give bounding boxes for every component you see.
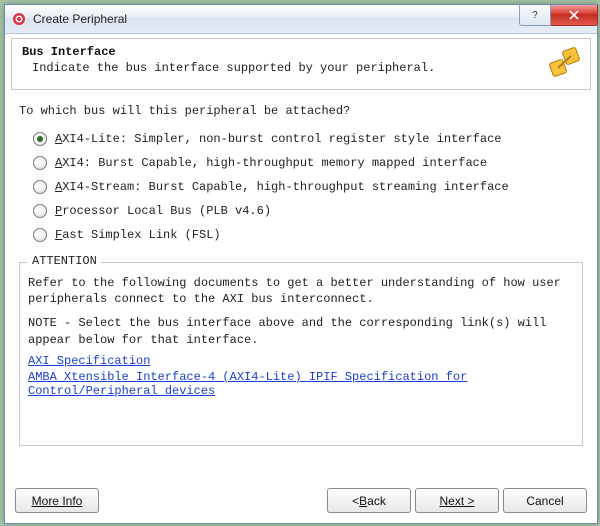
- button-bar: More Info < Back Next > Cancel: [5, 480, 597, 523]
- next-button[interactable]: Next >: [415, 488, 499, 513]
- help-button[interactable]: ?: [519, 5, 551, 26]
- attention-para1: Refer to the following documents to get …: [28, 275, 574, 307]
- back-button[interactable]: < Back: [327, 488, 411, 513]
- radio-label: AXI4: Burst Capable, high-throughput mem…: [55, 156, 487, 170]
- radio-icon[interactable]: [33, 204, 47, 218]
- attention-title: ATTENTION: [28, 254, 101, 268]
- window-buttons: ?: [519, 5, 598, 25]
- dialog-window: Create Peripheral ? Bus Interface Indica…: [4, 4, 598, 524]
- bus-option-2[interactable]: AXI4-Stream: Burst Capable, high-through…: [33, 180, 583, 194]
- close-button[interactable]: [551, 5, 598, 26]
- radio-label: Processor Local Bus (PLB v4.6): [55, 204, 271, 218]
- radio-label: Fast Simplex Link (FSL): [55, 228, 221, 242]
- window-title: Create Peripheral: [33, 12, 519, 26]
- content-area: To which bus will this peripheral be att…: [5, 90, 597, 256]
- attention-para2: NOTE - Select the bus interface above an…: [28, 315, 574, 347]
- bus-option-3[interactable]: Processor Local Bus (PLB v4.6): [33, 204, 583, 218]
- bus-option-4[interactable]: Fast Simplex Link (FSL): [33, 228, 583, 242]
- wizard-header: Bus Interface Indicate the bus interface…: [11, 38, 591, 90]
- radio-icon[interactable]: [33, 156, 47, 170]
- radio-label: AXI4-Stream: Burst Capable, high-through…: [55, 180, 509, 194]
- radio-icon[interactable]: [33, 180, 47, 194]
- titlebar[interactable]: Create Peripheral ?: [5, 5, 597, 34]
- cancel-button[interactable]: Cancel: [503, 488, 587, 513]
- radio-label: AXI4-Lite: Simpler, non-burst control re…: [55, 132, 501, 146]
- bus-option-0[interactable]: AXI4-Lite: Simpler, non-burst control re…: [33, 132, 583, 146]
- bus-options: AXI4-Lite: Simpler, non-burst control re…: [19, 132, 583, 242]
- wizard-icon: [548, 45, 582, 79]
- wizard-heading: Bus Interface: [22, 45, 548, 59]
- wizard-subtext: Indicate the bus interface supported by …: [22, 61, 548, 75]
- app-icon: [11, 11, 27, 27]
- more-info-button[interactable]: More Info: [15, 488, 99, 513]
- question-text: To which bus will this peripheral be att…: [19, 104, 583, 118]
- link-ipif-spec[interactable]: AMBA Xtensible Interface-4 (AXI4-Lite) I…: [28, 370, 574, 398]
- attention-box: ATTENTION Refer to the following documen…: [19, 262, 583, 446]
- bus-option-1[interactable]: AXI4: Burst Capable, high-throughput mem…: [33, 156, 583, 170]
- link-axi-spec[interactable]: AXI Specification: [28, 354, 574, 368]
- radio-icon[interactable]: [33, 228, 47, 242]
- radio-icon[interactable]: [33, 132, 47, 146]
